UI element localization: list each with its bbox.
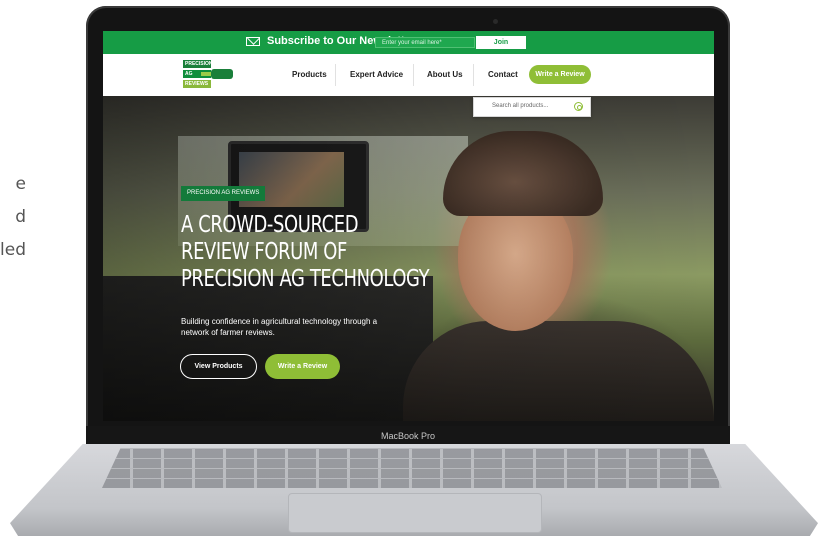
write-review-nav-button[interactable]: Write a Review bbox=[529, 65, 591, 84]
write-review-hero-button[interactable]: Write a Review bbox=[265, 354, 340, 379]
main-nav: PRECISION AG REVIEWS Products Expert Adv… bbox=[103, 54, 714, 96]
newsletter-bar: Subscribe to Our Newsletter Enter your e… bbox=[103, 31, 714, 54]
newsletter-join-button[interactable]: Join bbox=[476, 36, 526, 49]
trackpad bbox=[288, 493, 542, 533]
logo-line-1: PRECISION bbox=[183, 60, 213, 68]
device-label: MacBook Pro bbox=[86, 426, 730, 446]
newsletter-email-input[interactable]: Enter your email here* bbox=[375, 37, 475, 48]
nav-item-about-us[interactable]: About Us bbox=[427, 70, 463, 79]
camera-icon bbox=[493, 19, 498, 24]
envelope-icon bbox=[246, 37, 260, 46]
nav-divider bbox=[413, 64, 414, 86]
hero-tag: PRECISION AG REVIEWS bbox=[181, 186, 266, 201]
partial-line-2: d bbox=[15, 207, 26, 227]
nav-divider bbox=[335, 64, 336, 86]
site-logo[interactable]: PRECISION AG REVIEWS bbox=[183, 58, 235, 90]
marketing-mockup: e d led Subscribe to Our Newsletter Ente… bbox=[0, 0, 828, 542]
partial-paragraph: e d led bbox=[0, 168, 26, 267]
partial-line-3: led bbox=[0, 240, 26, 260]
search-icon[interactable] bbox=[574, 102, 583, 111]
hero-headline-line-2: REVIEW FORUM OF bbox=[181, 239, 347, 265]
hero-subtext: Building confidence in agricultural tech… bbox=[181, 317, 378, 337]
nav-item-expert-advice[interactable]: Expert Advice bbox=[350, 70, 403, 79]
tractor-icon bbox=[201, 69, 233, 79]
nav-item-products[interactable]: Products bbox=[292, 70, 327, 79]
view-products-button[interactable]: View Products bbox=[180, 354, 257, 379]
hero-headline-line-3: PRECISION AG TECHNOLOGY bbox=[181, 266, 430, 292]
nav-item-contact[interactable]: Contact bbox=[488, 70, 518, 79]
laptop-screen: Subscribe to Our Newsletter Enter your e… bbox=[103, 31, 714, 421]
logo-line-3: REVIEWS bbox=[183, 80, 211, 88]
search-placeholder: Search all products... bbox=[492, 103, 549, 109]
product-search-input[interactable]: Search all products... bbox=[473, 97, 591, 117]
keyboard-rows bbox=[102, 448, 722, 488]
hero-headline-line-1: A CROWD-SOURCED bbox=[181, 212, 359, 238]
nav-divider bbox=[473, 64, 474, 86]
hero-headline: A CROWD-SOURCED REVIEW FORUM OF PRECISIO… bbox=[181, 212, 462, 293]
partial-line-1: e bbox=[15, 174, 26, 194]
